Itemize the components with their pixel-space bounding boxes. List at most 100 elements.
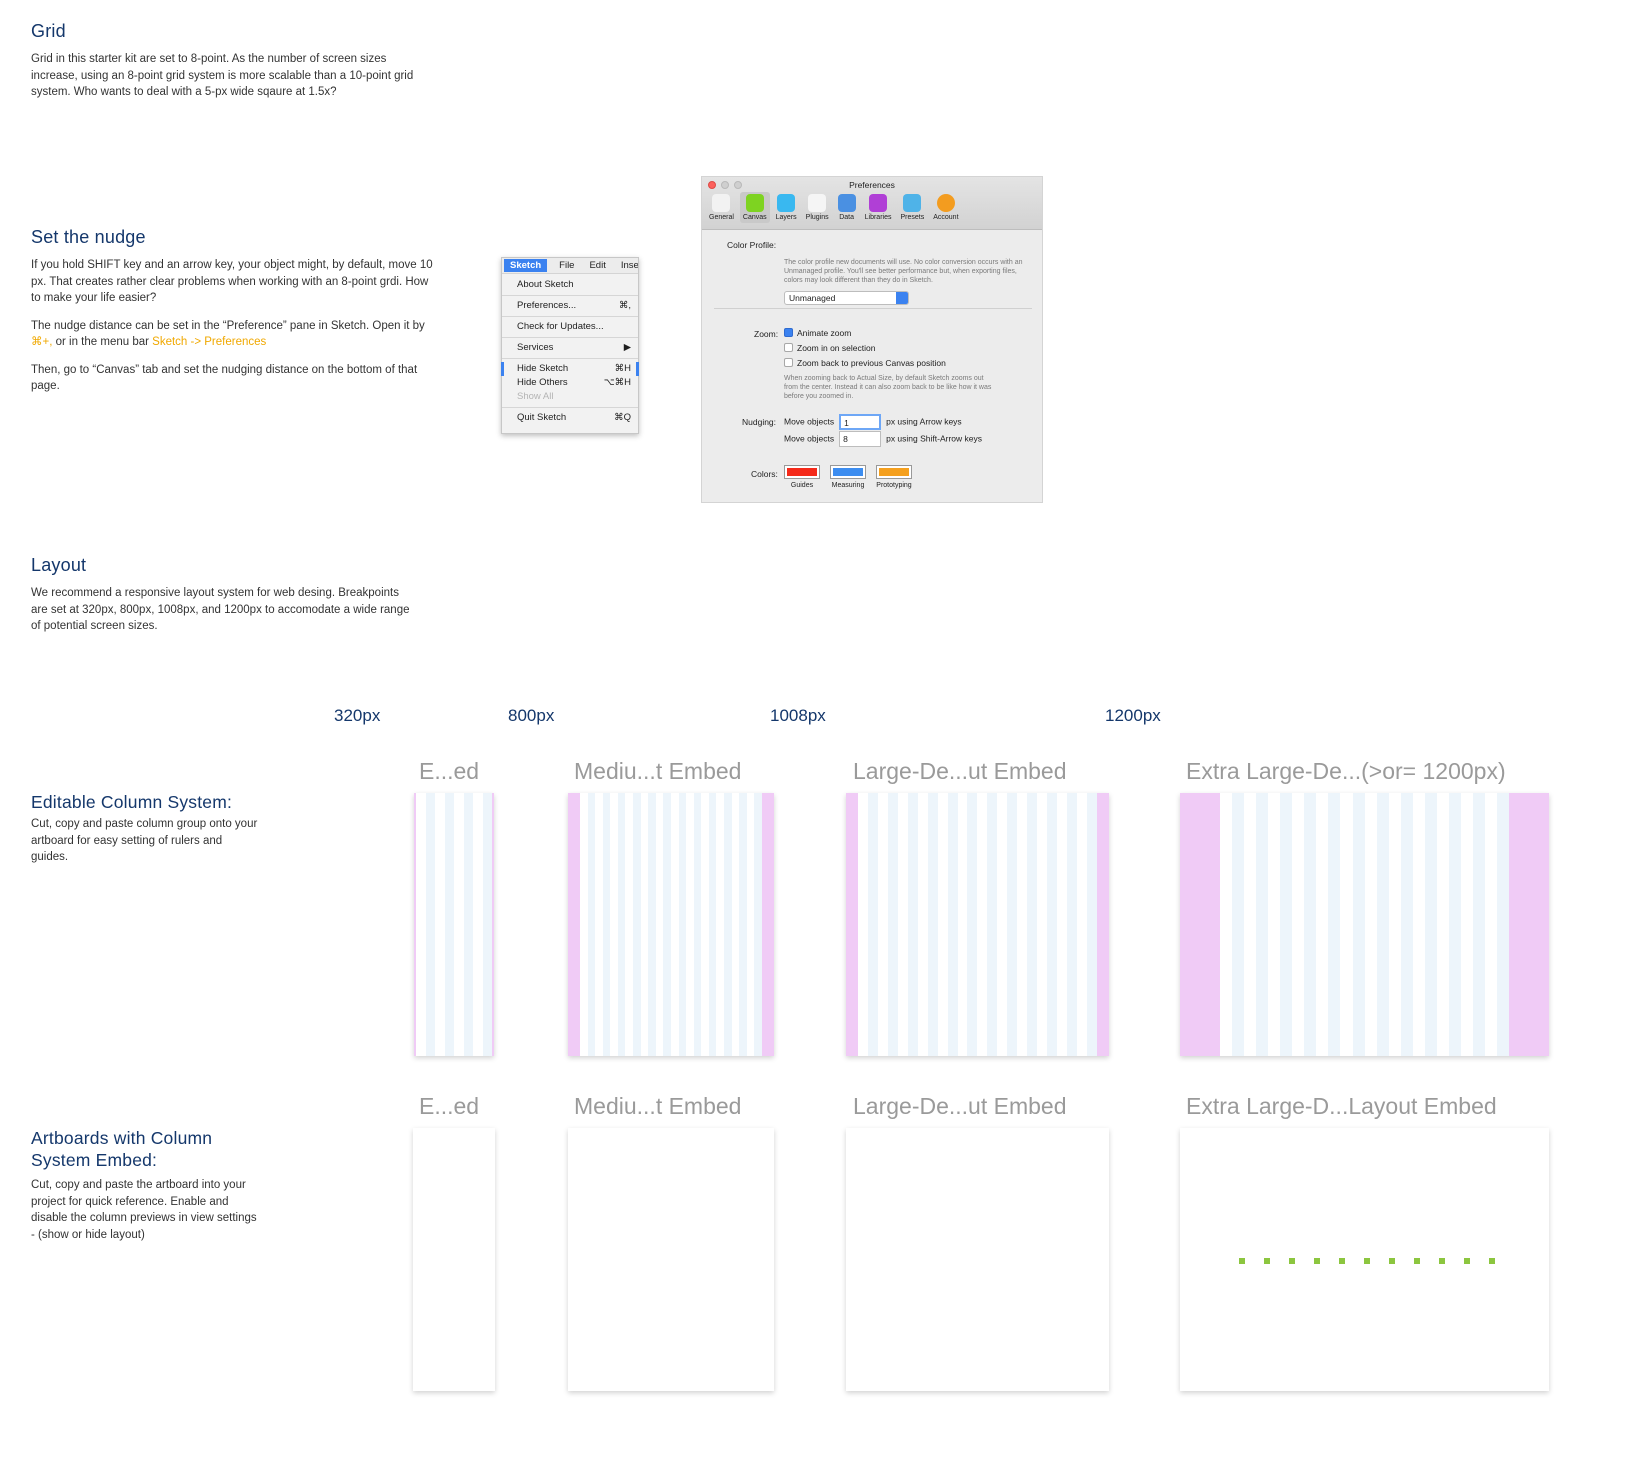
pref-tab-label: Plugins — [805, 214, 829, 221]
swatch-guides[interactable]: Guides — [784, 465, 820, 489]
menu-item-services[interactable]: Services ▶ — [502, 341, 638, 355]
menu-bar-edit[interactable]: Edit — [586, 260, 608, 271]
artboard-title-xs[interactable]: E...ed — [419, 758, 479, 785]
column — [1007, 793, 1018, 1056]
margin-left — [846, 793, 858, 1056]
column — [663, 793, 671, 1056]
column — [1485, 793, 1498, 1056]
artboard-lg[interactable] — [846, 1128, 1109, 1391]
embed-title-md[interactable]: Mediu...t Embed — [574, 1093, 741, 1120]
artboard-title-xl[interactable]: Extra Large-De...(>or= 1200px) — [1186, 758, 1506, 785]
swatch-measuring[interactable]: Measuring — [830, 465, 866, 489]
menu-item-show-all: Show All — [517, 391, 554, 402]
column — [1017, 793, 1028, 1056]
column — [1436, 793, 1449, 1056]
pref-tab-account[interactable]: Account — [930, 192, 961, 223]
nudge-p2-text: The nudge distance can be set in the “Pr… — [31, 319, 425, 332]
pref-tab-layers[interactable]: Layers — [773, 192, 800, 223]
column — [435, 793, 445, 1056]
nudge-small-input[interactable]: 1 — [839, 414, 882, 430]
column — [1460, 793, 1473, 1056]
column-group-lg[interactable] — [846, 793, 1109, 1056]
checkbox-icon[interactable] — [784, 358, 793, 367]
column — [1352, 793, 1365, 1056]
column — [648, 793, 656, 1056]
canvas-icon — [745, 194, 764, 212]
pref-tab-general[interactable]: General — [706, 192, 737, 223]
color-profile-label: Color Profile: — [727, 240, 777, 250]
column — [977, 793, 988, 1056]
column — [731, 793, 740, 1056]
margin-right — [1097, 793, 1109, 1056]
column — [1472, 793, 1486, 1056]
artboard-xl[interactable] — [1180, 1128, 1549, 1391]
menu-item-about[interactable]: About Sketch — [502, 278, 638, 292]
artboard-md[interactable] — [568, 1128, 774, 1391]
column — [625, 793, 634, 1056]
column — [1328, 793, 1341, 1056]
embed-title-xl[interactable]: Extra Large-D...Layout Embed — [1186, 1093, 1497, 1120]
menu-item-hide-others[interactable]: Hide Others ⌥⌘H — [502, 376, 638, 390]
menu-bar-insert[interactable]: Inser — [618, 260, 638, 271]
column — [1340, 793, 1353, 1056]
column-group-xl[interactable] — [1180, 793, 1549, 1056]
artboard-xs[interactable] — [413, 1128, 495, 1391]
embed-title-xs[interactable]: E...ed — [419, 1093, 479, 1120]
nudge-large-input[interactable]: 8 — [839, 431, 882, 447]
layout-heading: Layout — [31, 555, 87, 575]
pref-tab-label: Canvas — [742, 214, 767, 221]
margin-left — [568, 793, 580, 1056]
editable-column-heading: Editable Column System: — [31, 792, 233, 812]
margin-right — [762, 793, 774, 1056]
menu-bar-sketch[interactable]: Sketch — [504, 259, 548, 272]
checkbox-icon[interactable] — [784, 343, 793, 352]
column — [580, 793, 588, 1056]
zoom-selection-option[interactable]: Zoom in on selection — [784, 343, 875, 353]
column — [678, 793, 687, 1056]
pref-tab-presets[interactable]: Presets — [897, 192, 927, 223]
column — [473, 793, 483, 1056]
pref-tab-libraries[interactable]: Libraries — [862, 192, 895, 223]
column — [610, 793, 618, 1056]
menu-item-check-updates[interactable]: Check for Updates... — [502, 320, 638, 334]
preferences-title: Preferences — [849, 180, 895, 190]
column — [425, 793, 435, 1056]
column — [444, 793, 454, 1056]
pref-tab-data[interactable]: Data — [835, 192, 859, 223]
zoom-back-option[interactable]: Zoom back to previous Canvas position — [784, 358, 946, 368]
artboard-title-md[interactable]: Mediu...t Embed — [574, 758, 741, 785]
guide-dot — [1289, 1258, 1295, 1264]
column — [1388, 793, 1401, 1056]
data-icon — [837, 194, 856, 212]
column — [858, 793, 868, 1056]
menu-item-quit[interactable]: Quit Sketch ⌘Q — [502, 411, 638, 425]
menu-item-hide-sketch[interactable]: Hide Sketch ⌘H — [501, 362, 639, 376]
column — [1047, 793, 1058, 1056]
margin-right — [1509, 793, 1549, 1056]
presets-icon — [903, 194, 922, 212]
column — [1316, 793, 1329, 1056]
nudge-paragraph-3: Then, go to “Canvas” tab and set the nud… — [31, 363, 418, 393]
column — [416, 793, 426, 1056]
guide-dot — [1364, 1258, 1370, 1264]
menu-item-preferences[interactable]: Preferences... ⌘, — [502, 299, 638, 313]
column — [937, 793, 948, 1056]
column-group-md[interactable] — [568, 793, 774, 1056]
pref-tab-label: Account — [933, 214, 959, 221]
column-group-xs[interactable] — [414, 793, 494, 1056]
pref-tab-plugins[interactable]: Plugins — [803, 192, 832, 223]
zoom-animate-option[interactable]: Animate zoom — [784, 328, 851, 338]
checkbox-checked-icon[interactable] — [784, 328, 793, 337]
nudging-label: Nudging: — [742, 417, 777, 427]
pref-tab-canvas[interactable]: Canvas — [739, 192, 770, 223]
menu-bar-file[interactable]: File — [556, 260, 577, 271]
column — [708, 793, 717, 1056]
color-profile-select[interactable]: Unmanaged — [784, 291, 909, 305]
swatch-prototyping[interactable]: Prototyping — [876, 465, 912, 489]
column — [1086, 793, 1097, 1056]
artboard-title-lg[interactable]: Large-De...ut Embed — [853, 758, 1067, 785]
embed-title-lg[interactable]: Large-De...ut Embed — [853, 1093, 1067, 1120]
zoom-label: Zoom: — [754, 329, 779, 339]
preferences-toolbar: Preferences General Canvas Layers Plugins Da… — [702, 177, 1042, 230]
account-icon — [936, 194, 955, 212]
